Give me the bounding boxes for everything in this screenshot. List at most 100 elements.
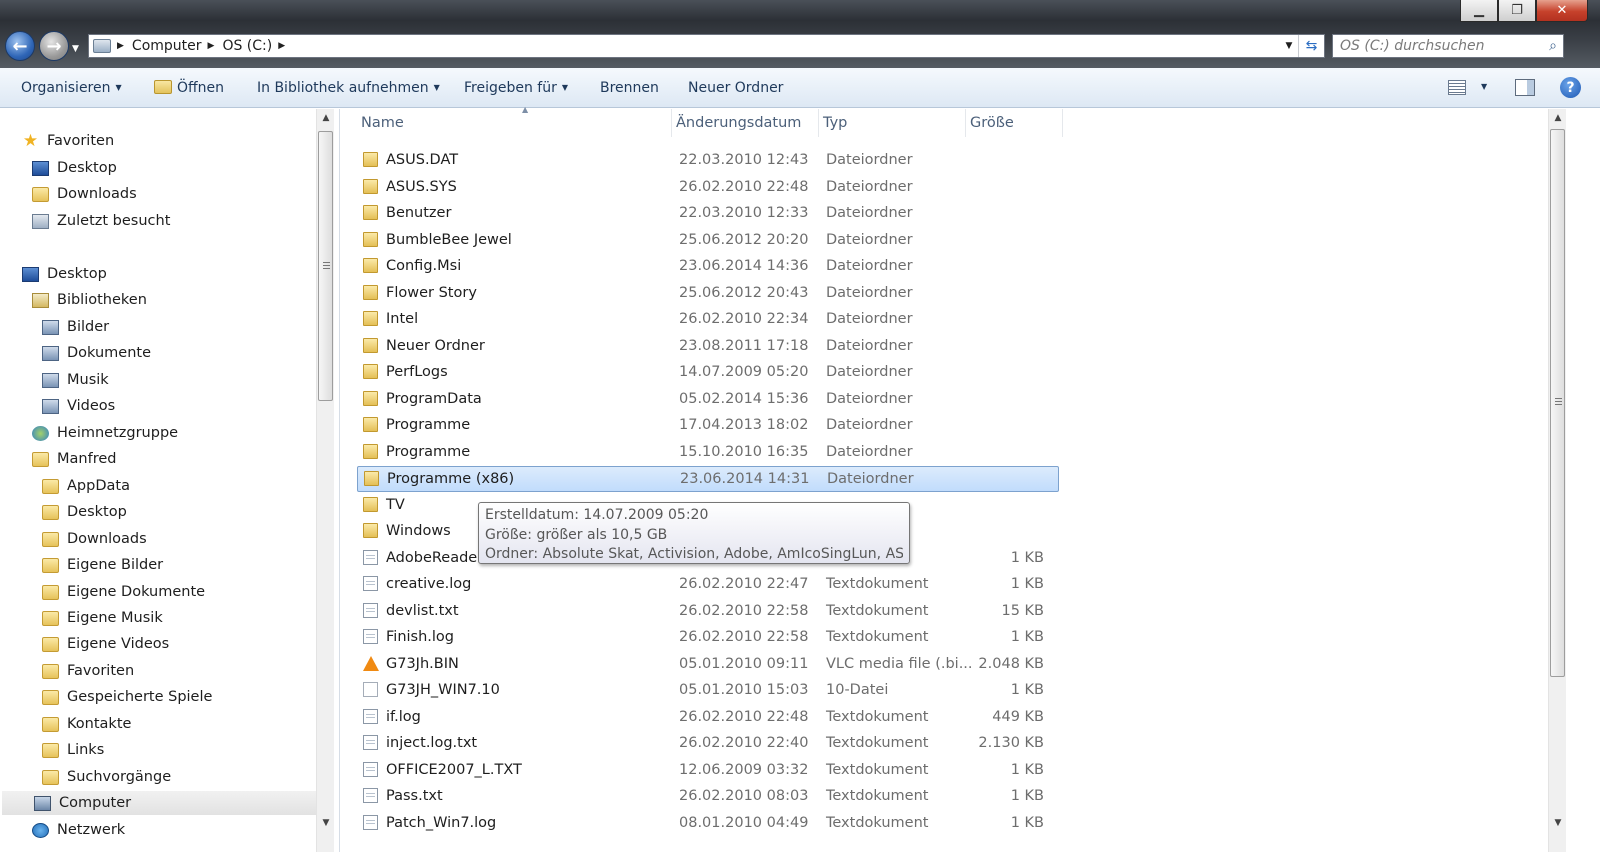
close-button[interactable]: ✕ [1536, 0, 1588, 22]
file-row[interactable]: if.log 26.02.2010 22:48 Textdokument 449 KB [357, 705, 1059, 731]
open-button[interactable]: Öffnen [154, 80, 224, 96]
folder-row[interactable]: ASUS.DAT 22.03.2010 12:43 Dateiordner [357, 148, 1059, 174]
nav-item-gespeicherte-spiele[interactable]: Gespeicherte Spiele [42, 685, 212, 709]
search-icon[interactable]: ⌕ [1549, 38, 1557, 54]
nav-item-suchvorgänge[interactable]: Suchvorgänge [42, 765, 171, 789]
nav-item-eigene-bilder[interactable]: Eigene Bilder [42, 553, 163, 577]
breadcrumb-arrow-icon[interactable]: ▶ [278, 41, 285, 51]
nav-item-desktop[interactable]: Desktop [42, 500, 127, 524]
file-list-scrollbar[interactable]: ▲ ▼ [1548, 109, 1566, 852]
help-icon[interactable]: ? [1560, 77, 1581, 98]
nav-item-links[interactable]: Links [42, 738, 104, 762]
folder-row[interactable]: ASUS.SYS 26.02.2010 22:48 Dateiordner [357, 175, 1059, 201]
nav-item-label: Desktop [47, 266, 107, 282]
back-button[interactable]: ← [5, 31, 35, 61]
nav-item-videos[interactable]: Videos [42, 394, 115, 418]
file-name: Config.Msi [386, 258, 462, 274]
folder-row[interactable]: ProgramData 05.02.2014 15:36 Dateiordner [357, 387, 1059, 413]
nav-item-eigene-musik[interactable]: Eigene Musik [42, 606, 163, 630]
navigation-scrollbar[interactable]: ▲ ▼ [316, 109, 334, 852]
folder-row[interactable]: BumbleBee Jewel 25.06.2012 20:20 Dateiordn… [357, 228, 1059, 254]
nav-item-downloads[interactable]: Downloads [32, 182, 137, 206]
refresh-button[interactable]: ⇆ [1298, 35, 1324, 57]
nav-item-label: Heimnetzgruppe [57, 425, 179, 441]
file-row[interactable]: devlist.txt 26.02.2010 22:58 Textdokument 1… [357, 599, 1059, 625]
file-row[interactable]: Patch_Win7.log 08.01.2010 04:49 Textdokume… [357, 811, 1059, 837]
include-in-library-button[interactable]: In Bibliothek aufnehmen ▼ [257, 80, 440, 96]
preview-pane-icon[interactable] [1515, 79, 1535, 96]
scrollbar-thumb[interactable] [1550, 129, 1565, 677]
column-header-name[interactable]: Name ▲ [357, 105, 672, 137]
folder-row[interactable]: Programme (x86) 23.06.2014 14:31 Dateiordn… [357, 466, 1059, 492]
folder-icon [363, 417, 378, 432]
column-header-type[interactable]: Typ [819, 109, 966, 137]
address-bar[interactable]: ▶ Computer ▶ OS (C:) ▶ ▼ ⇆ [88, 34, 1325, 58]
file-row[interactable]: Pass.txt 26.02.2010 08:03 Textdokument 1 KB [357, 784, 1059, 810]
column-header-date[interactable]: Änderungsdatum [672, 109, 819, 137]
file-row[interactable]: Finish.log 26.02.2010 22:58 Textdokument 1 … [357, 625, 1059, 651]
burn-button[interactable]: Brennen [600, 80, 659, 96]
file-row[interactable]: inject.log.txt 26.02.2010 22:40 Textdokume… [357, 731, 1059, 757]
file-type: Dateiordner [826, 337, 913, 354]
nav-item-eigene-dokumente[interactable]: Eigene Dokumente [42, 580, 205, 604]
column-header-size[interactable]: Größe [966, 109, 1063, 137]
nav-item-favoriten[interactable]: ★ Favoriten [22, 129, 114, 153]
file-name: creative.log [386, 576, 472, 592]
scrollbar-thumb[interactable] [318, 131, 333, 401]
nav-item-manfred[interactable]: Manfred [32, 447, 116, 471]
scroll-down-icon[interactable]: ▼ [317, 818, 335, 828]
nav-item-kontakte[interactable]: Kontakte [42, 712, 131, 736]
nav-item-netzwerk[interactable]: Netzwerk [32, 818, 125, 842]
folder-row[interactable]: Flower Story 25.06.2012 20:43 Dateiordner [357, 281, 1059, 307]
nav-item-favoriten[interactable]: Favoriten [42, 659, 134, 683]
nav-item-zuletzt-besucht[interactable]: Zuletzt besucht [32, 209, 170, 233]
file-row[interactable]: G73Jh.BIN 05.01.2010 09:11 VLC media file … [357, 652, 1059, 678]
file-type: Textdokument [826, 788, 929, 804]
nav-item-heimnetzgruppe[interactable]: Heimnetzgruppe [32, 421, 178, 445]
scroll-up-icon[interactable]: ▲ [1549, 113, 1567, 123]
share-with-button[interactable]: Freigeben für ▼ [464, 80, 568, 96]
nav-item-musik[interactable]: Musik [42, 368, 109, 392]
folder-row[interactable]: Programme 15.10.2010 16:35 Dateiordner [357, 440, 1059, 466]
breadcrumb-arrow-icon[interactable]: ▶ [117, 41, 124, 51]
nav-item-computer[interactable]: Computer [2, 791, 320, 815]
search-input[interactable]: OS (C:) durchsuchen ⌕ [1332, 34, 1564, 58]
nav-item-bibliotheken[interactable]: Bibliotheken [32, 288, 147, 312]
maximize-button[interactable]: ❐ [1498, 0, 1536, 22]
view-dropdown-icon[interactable]: ▼ [1481, 82, 1487, 91]
file-type: Dateiordner [826, 311, 913, 327]
nav-item-desktop[interactable]: Desktop [32, 156, 117, 180]
folder-row[interactable]: Benutzer 22.03.2010 12:33 Dateiordner [357, 201, 1059, 227]
nav-item-desktop[interactable]: Desktop [22, 262, 107, 286]
minimize-button[interactable]: ▁ [1460, 0, 1498, 22]
new-folder-button[interactable]: Neuer Ordner [688, 80, 783, 96]
file-row[interactable]: G73JH_WIN7.10 05.01.2010 15:03 10-Datei 1 K… [357, 678, 1059, 704]
tooltip-size: Größe: größer als 10,5 GB [485, 526, 668, 543]
organize-button[interactable]: Organisieren ▼ [21, 80, 122, 96]
nav-item-dokumente[interactable]: Dokumente [42, 341, 151, 365]
nav-item-downloads[interactable]: Downloads [42, 527, 147, 551]
folder-row[interactable]: Programme 17.04.2013 18:02 Dateiordner [357, 413, 1059, 439]
folder-row[interactable]: PerfLogs 14.07.2009 05:20 Dateiordner [357, 360, 1059, 386]
text-document-icon [363, 814, 378, 830]
nav-item-bilder[interactable]: Bilder [42, 315, 109, 339]
nav-item-appdata[interactable]: AppData [42, 474, 130, 498]
folder-row[interactable]: Config.Msi 23.06.2014 14:36 Dateiordner [357, 254, 1059, 280]
address-history-dropdown[interactable]: ▼ [1280, 41, 1298, 51]
forward-button[interactable]: → [39, 31, 69, 61]
sort-ascending-icon: ▲ [522, 105, 529, 114]
recent-pages-dropdown[interactable]: ▼ [72, 44, 79, 54]
scroll-up-icon[interactable]: ▲ [317, 113, 335, 123]
nav-item-eigene-videos[interactable]: Eigene Videos [42, 632, 169, 656]
folder-row[interactable]: Intel 26.02.2010 22:34 Dateiordner [357, 307, 1059, 333]
scroll-down-icon[interactable]: ▼ [1549, 818, 1567, 828]
view-options-icon[interactable] [1448, 80, 1466, 95]
breadcrumb-arrow-icon[interactable]: ▶ [208, 41, 215, 51]
file-row[interactable]: OFFICE2007_L.TXT 12.06.2009 03:32 Textdoku… [357, 758, 1059, 784]
folder-row[interactable]: Neuer Ordner 23.08.2011 17:18 Dateiordner [357, 334, 1059, 360]
breadcrumb-drive[interactable]: OS (C:) [222, 38, 272, 54]
folder-icon [42, 584, 59, 600]
file-row[interactable]: creative.log 26.02.2010 22:47 Textdokument… [357, 572, 1059, 598]
breadcrumb-computer[interactable]: Computer [132, 38, 202, 54]
file-date: 26.02.2010 22:58 [679, 629, 809, 645]
